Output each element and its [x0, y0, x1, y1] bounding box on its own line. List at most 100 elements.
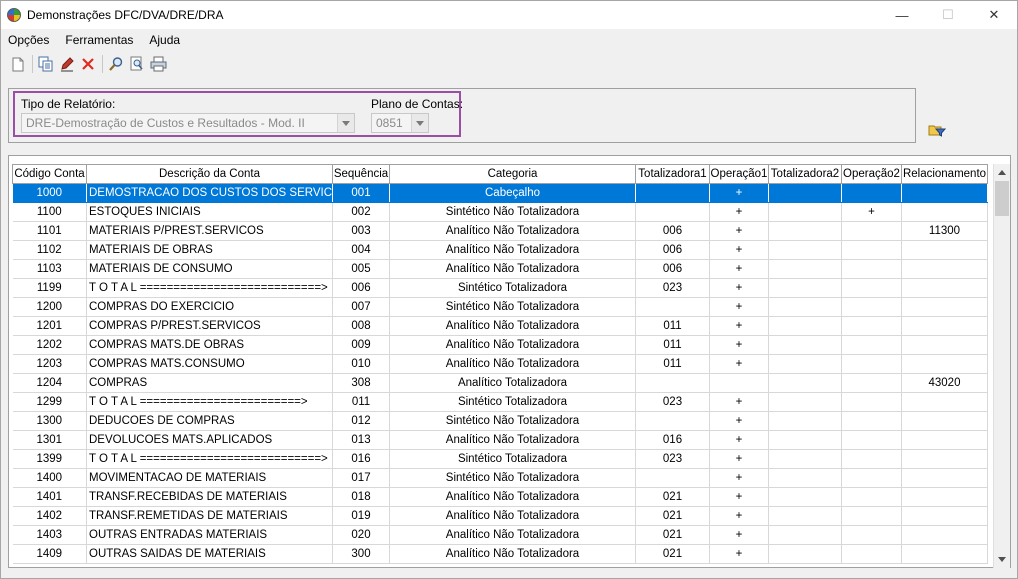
table-row[interactable]: 1202 COMPRAS MATS.DE OBRAS 009 Analítico Nã… [12, 335, 988, 355]
cell-totalizadora2 [768, 430, 842, 450]
table-row[interactable]: 1301 DEVOLUCOES MATS.APLICADOS 013 Analític… [12, 430, 988, 450]
cell-totalizadora2 [768, 316, 842, 336]
close-button[interactable]: ✕ [971, 1, 1017, 29]
cell-relacionamento [901, 430, 988, 450]
new-button[interactable] [9, 54, 27, 74]
col-descricao-conta[interactable]: Descrição da Conta [86, 164, 333, 184]
cell-sequencia: 308 [332, 373, 390, 393]
col-relacionamento[interactable]: Relacionamento [901, 164, 988, 184]
cell-categoria: Analítico Não Totalizadora [389, 430, 636, 450]
filter-button[interactable] [928, 123, 947, 140]
cell-codigo: 1199 [12, 278, 87, 298]
arrow-down-icon [998, 557, 1006, 562]
tipo-relatorio-select[interactable]: DRE-Demostração de Custos e Resultados -… [21, 113, 355, 133]
table-row[interactable]: 1200 COMPRAS DO EXERCICIO 007 Sintético Não… [12, 297, 988, 317]
cell-categoria: Sintético Não Totalizadora [389, 297, 636, 317]
scroll-down-button[interactable] [994, 551, 1010, 568]
cell-relacionamento [901, 278, 988, 298]
cell-operacao2 [841, 183, 902, 203]
cell-totalizadora1: 023 [635, 449, 710, 469]
scroll-thumb[interactable] [995, 181, 1009, 216]
table-row[interactable]: 1100 ESTOQUES INICIAIS 002 Sintético Não To… [12, 202, 988, 222]
table-row[interactable]: 1409 OUTRAS SAIDAS DE MATERIAIS 300 Analíti… [12, 544, 988, 564]
cell-descricao: DEDUCOES DE COMPRAS [86, 411, 333, 431]
minimize-button[interactable]: — [879, 1, 925, 29]
table-body: 1000 DEMOSTRACAO DOS CUSTOS DOS SERVICOS 0… [12, 183, 988, 564]
col-totalizadora2[interactable]: Totalizadora2 [768, 164, 842, 184]
cell-codigo: 1403 [12, 525, 87, 545]
maximize-button: ☐ [925, 1, 971, 29]
cell-operacao1: + [709, 430, 769, 450]
delete-button[interactable] [79, 54, 97, 74]
menu-ferramentas[interactable]: Ferramentas [65, 33, 133, 47]
cell-descricao: TRANSF.RECEBIDAS DE MATERIAIS [86, 487, 333, 507]
cell-operacao2 [841, 468, 902, 488]
cell-operacao1: + [709, 297, 769, 317]
cell-categoria: Analítico Totalizadora [389, 373, 636, 393]
cell-operacao2 [841, 297, 902, 317]
cell-codigo: 1103 [12, 259, 87, 279]
cell-codigo: 1409 [12, 544, 87, 564]
cell-totalizadora2 [768, 335, 842, 355]
plano-contas-select[interactable]: 0851 [371, 113, 429, 133]
cell-operacao2 [841, 278, 902, 298]
col-operacao2[interactable]: Operação2 [841, 164, 902, 184]
table-row[interactable]: 1299 T O T A L ========================> 0… [12, 392, 988, 412]
cell-totalizadora2 [768, 354, 842, 374]
col-categoria[interactable]: Categoria [389, 164, 636, 184]
chevron-down-icon [411, 114, 428, 132]
edit-button[interactable] [58, 54, 76, 74]
scroll-up-button[interactable] [994, 164, 1010, 181]
delete-icon [82, 58, 94, 70]
table-row[interactable]: 1000 DEMOSTRACAO DOS CUSTOS DOS SERVICOS 0… [12, 183, 988, 203]
copy-button[interactable] [37, 54, 55, 74]
print-button[interactable] [149, 54, 167, 74]
cell-sequencia: 300 [332, 544, 390, 564]
cell-relacionamento [901, 316, 988, 336]
table-row[interactable]: 1401 TRANSF.RECEBIDAS DE MATERIAIS 018 Anal… [12, 487, 988, 507]
table-row[interactable]: 1103 MATERIAIS DE CONSUMO 005 Analítico Não… [12, 259, 988, 279]
minimize-icon: — [895, 7, 909, 23]
table-row[interactable]: 1403 OUTRAS ENTRADAS MATERIAIS 020 Analític… [12, 525, 988, 545]
table-row[interactable]: 1402 TRANSF.REMETIDAS DE MATERIAIS 019 Anal… [12, 506, 988, 526]
cell-codigo: 1201 [12, 316, 87, 336]
cell-categoria: Sintético Totalizadora [389, 392, 636, 412]
title-bar: Demonstrações DFC/DVA/DRE/DRA — ☐ ✕ [1, 1, 1017, 29]
table-row[interactable]: 1203 COMPRAS MATS.CONSUMO 010 Analítico Não… [12, 354, 988, 374]
cell-sequencia: 016 [332, 449, 390, 469]
cell-codigo: 1100 [12, 202, 87, 222]
preview-button[interactable] [128, 54, 146, 74]
cell-sequencia: 013 [332, 430, 390, 450]
table-row[interactable]: 1201 COMPRAS P/PREST.SERVICOS 008 Analítico… [12, 316, 988, 336]
col-codigo-conta[interactable]: Código Conta [12, 164, 87, 184]
chevron-down-icon [337, 114, 354, 132]
vertical-scrollbar[interactable] [993, 164, 1010, 568]
table-row[interactable]: 1300 DEDUCOES DE COMPRAS 012 Sintético Não … [12, 411, 988, 431]
table-row[interactable]: 1399 T O T A L ==========================… [12, 449, 988, 469]
table-row[interactable]: 1102 MATERIAIS DE OBRAS 004 Analítico Não T… [12, 240, 988, 260]
table-row[interactable]: 1400 MOVIMENTACAO DE MATERIAIS 017 Sintétic… [12, 468, 988, 488]
menu-ajuda[interactable]: Ajuda [149, 33, 180, 47]
cell-totalizadora2 [768, 183, 842, 203]
cell-categoria: Sintético Não Totalizadora [389, 468, 636, 488]
cell-sequencia: 001 [332, 183, 390, 203]
cell-totalizadora1 [635, 411, 710, 431]
cell-descricao: OUTRAS ENTRADAS MATERIAIS [86, 525, 333, 545]
edit-icon [61, 57, 74, 72]
cell-totalizadora2 [768, 544, 842, 564]
table-row[interactable]: 1204 COMPRAS 308 Analítico Totalizadora 4302… [12, 373, 988, 393]
cell-relacionamento [901, 240, 988, 260]
cell-totalizadora2 [768, 449, 842, 469]
col-totalizadora1[interactable]: Totalizadora1 [635, 164, 710, 184]
cell-operacao1: + [709, 392, 769, 412]
col-operacao1[interactable]: Operação1 [709, 164, 769, 184]
cell-sequencia: 003 [332, 221, 390, 241]
table-row[interactable]: 1101 MATERIAIS P/PREST.SERVICOS 003 Analíti… [12, 221, 988, 241]
menu-opcoes[interactable]: Opções [8, 33, 49, 47]
col-sequencia[interactable]: Sequência [332, 164, 390, 184]
new-icon [12, 57, 24, 71]
cell-operacao2 [841, 506, 902, 526]
cell-categoria: Sintético Totalizadora [389, 449, 636, 469]
table-row[interactable]: 1199 T O T A L ==========================… [12, 278, 988, 298]
search-button[interactable] [107, 54, 125, 74]
